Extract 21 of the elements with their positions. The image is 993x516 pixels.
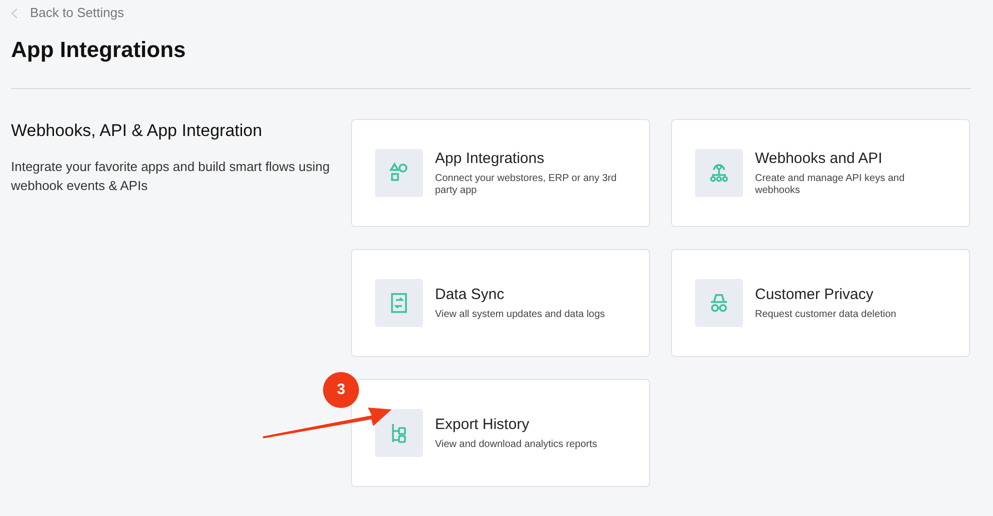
integration-card[interactable]: Export History View and download analytics reports <box>351 379 650 487</box>
section-description: Integrate your favorite apps and build smart flows using webhook events & APIs <box>11 158 331 195</box>
card-description: View and download analytics reports <box>435 439 598 451</box>
section-title: Webhooks, API & App Integration <box>11 120 264 142</box>
card-title: Export History <box>435 415 530 435</box>
card-title: Customer Privacy <box>755 285 874 305</box>
card-title: Data Sync <box>435 285 506 305</box>
integration-card[interactable]: App Integrations Connect your webstores, ERP or any 3rd party app <box>351 119 650 227</box>
integration-card[interactable]: Customer Privacy Request customer data deletion <box>671 249 970 357</box>
card-description: Connect your webstores, ERP or any 3rd party app <box>435 173 618 197</box>
integration-card[interactable]: Data Sync View all system updates and data logs <box>351 249 650 357</box>
card-description: View all system updates and data logs <box>435 309 606 321</box>
integration-card[interactable]: Webhooks and API Create and manage API keys and webhooks <box>671 119 970 227</box>
back-link[interactable]: Back to Settings <box>11 4 971 22</box>
card-title: App Integrations <box>435 149 546 169</box>
page-title: App Integrations <box>11 36 187 64</box>
card-title: Webhooks and API <box>755 149 884 169</box>
card-description: Request customer data deletion <box>755 309 898 321</box>
card-description: Create and manage API keys and webhooks <box>755 173 906 197</box>
webhook-icon <box>707 161 731 185</box>
chevron-left-icon <box>11 8 18 18</box>
